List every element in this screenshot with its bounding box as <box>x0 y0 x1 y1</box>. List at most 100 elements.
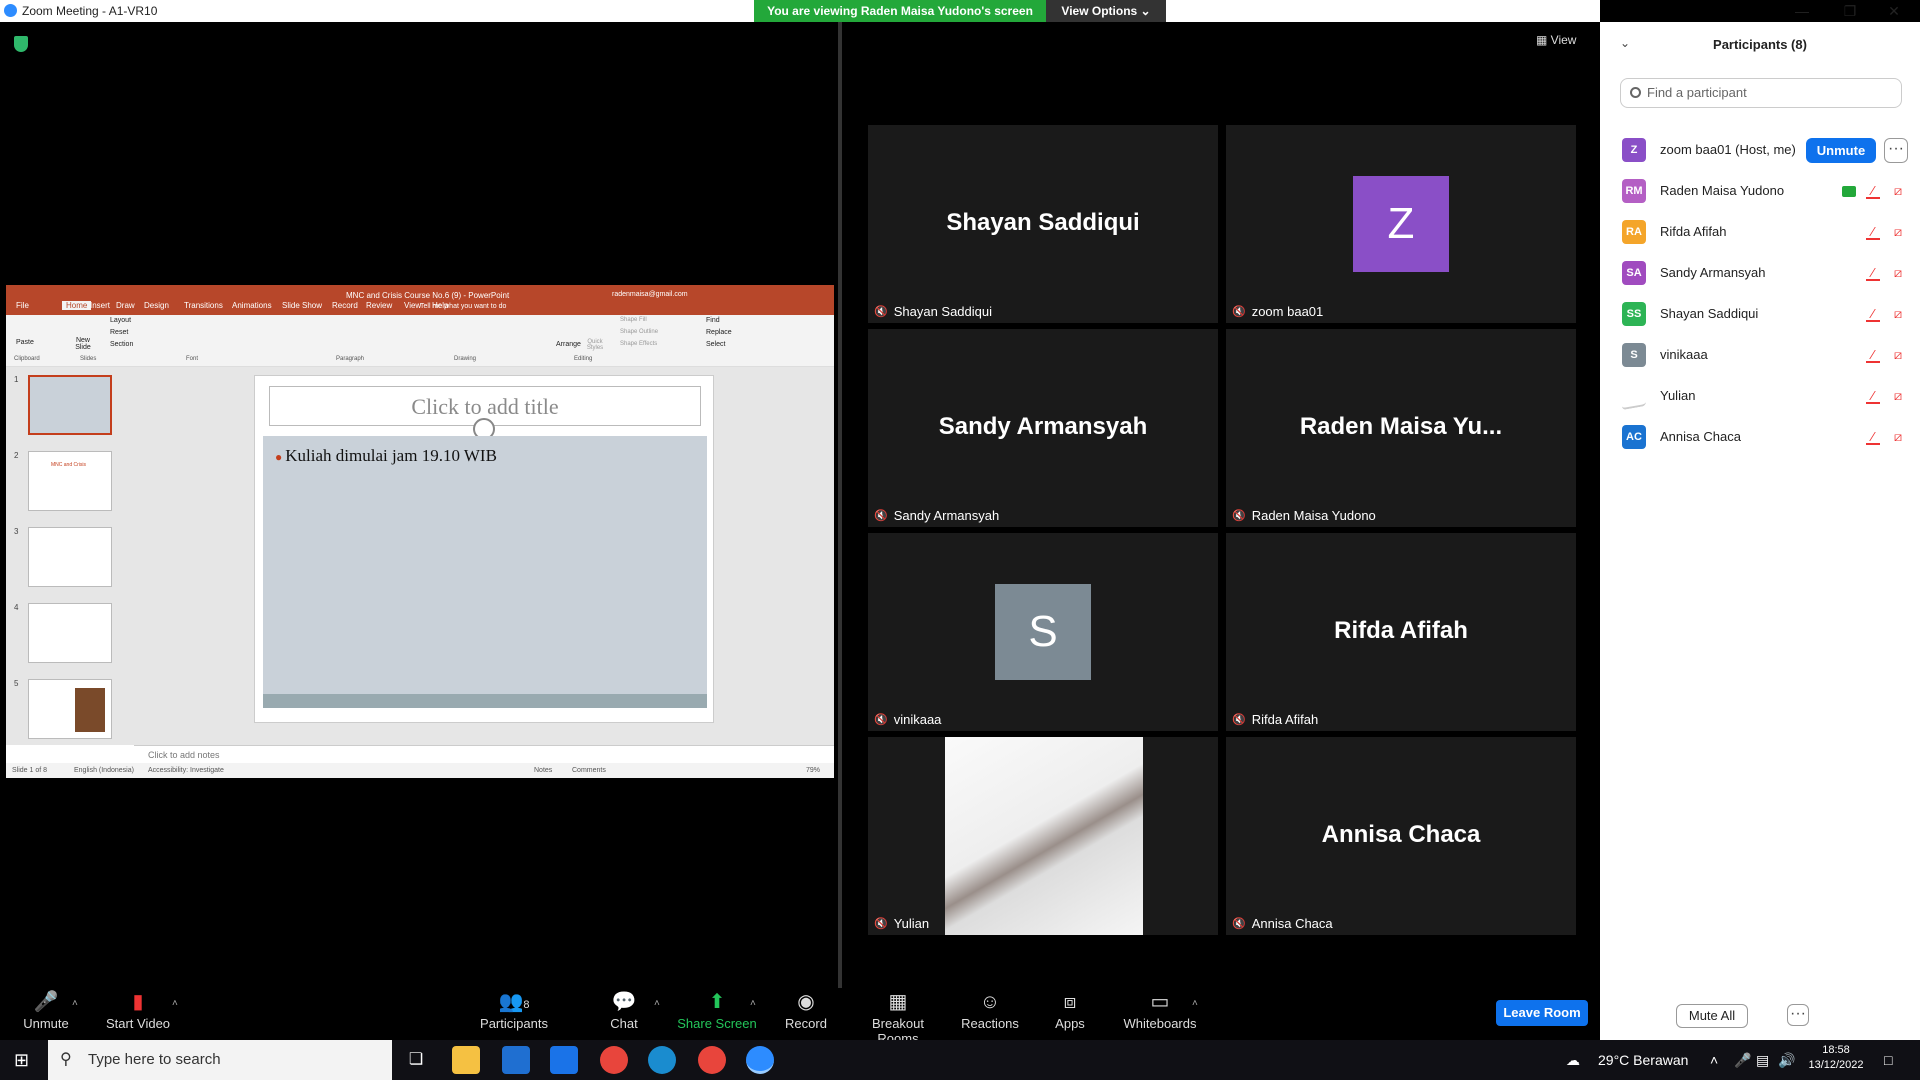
breakout-rooms-button[interactable]: ▦ Breakout Rooms <box>850 988 946 1046</box>
chrome-icon[interactable] <box>600 1046 628 1074</box>
video-caret-icon[interactable]: ˄ <box>172 998 178 1009</box>
unmute-button[interactable]: 🎤 Unmute <box>6 988 86 1040</box>
participant-more-button[interactable]: ··· <box>1884 138 1908 163</box>
participant-row[interactable]: SA Sandy Armansyah ∕ ⧄ <box>1600 253 1920 294</box>
ppt-tab[interactable]: Help <box>432 301 448 310</box>
participant-search-input[interactable]: Find a participant <box>1620 78 1902 108</box>
ppt-tab[interactable]: Animations <box>232 301 272 310</box>
ppt-tab[interactable]: Slide Show <box>282 301 322 310</box>
ppt-arrange[interactable]: Arrange <box>556 341 581 348</box>
split-divider[interactable] <box>838 22 842 988</box>
encryption-shield-icon[interactable] <box>14 36 28 52</box>
ppt-paste[interactable]: Paste <box>16 339 34 346</box>
chrome-profile-icon[interactable] <box>698 1046 726 1074</box>
ppt-select[interactable]: Select <box>706 341 725 348</box>
restore-icon[interactable]: ❐ <box>1830 2 1870 20</box>
volume-icon[interactable]: 🔊 <box>1778 1040 1795 1080</box>
status-comments[interactable]: Comments <box>572 763 606 778</box>
chat-caret-icon[interactable]: ˄ <box>654 998 660 1009</box>
status-zoom[interactable]: 79% <box>806 763 820 778</box>
view-options-button[interactable]: View Options ⌄ <box>1046 0 1166 22</box>
chat-button[interactable]: 💬 Chat <box>584 988 664 1040</box>
ppt-shape-effects[interactable]: Shape Effects <box>620 341 657 347</box>
participant-row[interactable]: Yulian ∕ ⧄ <box>1600 376 1920 417</box>
teamviewer-icon[interactable] <box>648 1046 676 1074</box>
leave-room-button[interactable]: Leave Room <box>1496 1000 1588 1026</box>
ppt-replace[interactable]: Replace <box>706 329 732 336</box>
slide-thumbnail[interactable] <box>28 375 112 435</box>
ppt-tab[interactable]: Transitions <box>184 301 223 310</box>
mail-icon[interactable] <box>550 1046 578 1074</box>
weather-icon[interactable]: ☁ <box>1566 1040 1580 1080</box>
status-accessibility[interactable]: Accessibility: Investigate <box>148 763 224 778</box>
tray-chevron-icon[interactable]: ˄ <box>1710 1040 1718 1080</box>
ppt-reset[interactable]: Reset <box>110 329 128 336</box>
notification-icon[interactable]: □ <box>1884 1040 1892 1080</box>
ppt-tab[interactable]: Insert <box>90 301 110 310</box>
audio-caret-icon[interactable]: ˄ <box>72 998 78 1009</box>
whiteboards-button[interactable]: ▭ Whiteboards <box>1118 988 1202 1040</box>
whiteboard-caret-icon[interactable]: ˄ <box>1192 998 1198 1009</box>
video-tile[interactable]: Z 🔇 zoom baa01 <box>1226 125 1576 323</box>
video-tile[interactable]: Shayan Saddiqui 🔇 Shayan Saddiqui <box>868 125 1218 323</box>
ppt-tab[interactable]: Home <box>62 301 92 310</box>
video-tile[interactable]: Rifda Afifah 🔇 Rifda Afifah <box>1226 533 1576 731</box>
network-icon[interactable]: ▤ <box>1756 1040 1769 1080</box>
video-tile[interactable]: Sandy Armansyah 🔇 Sandy Armansyah <box>868 329 1218 527</box>
view-button[interactable]: ▦ View <box>1536 33 1576 47</box>
status-language[interactable]: English (Indonesia) <box>74 763 134 778</box>
ppt-tab[interactable]: File <box>16 301 29 310</box>
windows-start-icon[interactable]: ⊞ <box>14 1050 29 1071</box>
ppt-new-slide[interactable]: New Slide <box>72 337 94 351</box>
ppt-find[interactable]: Find <box>706 317 720 324</box>
minimize-icon[interactable]: — <box>1782 2 1822 20</box>
status-notes[interactable]: Notes <box>534 763 552 778</box>
ppt-tab[interactable]: Record <box>332 301 358 310</box>
microphone-tray-icon[interactable]: 🎤 <box>1734 1040 1751 1080</box>
ppt-shape-fill[interactable]: Shape Fill <box>620 317 647 323</box>
ppt-section[interactable]: Section <box>110 341 133 348</box>
share-screen-button[interactable]: ⬆ Share Screen <box>677 988 757 1040</box>
participant-row[interactable]: Zzoom baa01 (Host, me) Unmute ··· <box>1600 130 1920 171</box>
panel-more-button[interactable]: ··· <box>1787 1004 1809 1026</box>
ppt-notes[interactable]: Click to add notes <box>134 745 834 763</box>
reactions-button[interactable]: ☺ Reactions <box>950 988 1030 1040</box>
video-tile[interactable]: S 🔇 vinikaaa <box>868 533 1218 731</box>
video-tile[interactable]: Annisa Chaca 🔇 Annisa Chaca <box>1226 737 1576 935</box>
participant-row[interactable]: SS Shayan Saddiqui ∕ ⧄ <box>1600 294 1920 335</box>
ppt-tab[interactable]: Design <box>144 301 169 310</box>
mute-all-button[interactable]: Mute All <box>1676 1004 1748 1028</box>
taskbar-search-input[interactable]: ⚲ Type here to search <box>48 1040 392 1080</box>
ppt-tab[interactable]: Draw <box>116 301 135 310</box>
slide-thumbnail[interactable] <box>28 527 112 587</box>
slide-body[interactable]: ● Kuliah dimulai jam 19.10 WIB <box>263 436 707 694</box>
ppt-quick-styles[interactable]: Quick Styles <box>584 339 606 351</box>
ppt-shape-outline[interactable]: Shape Outline <box>620 329 658 335</box>
clock[interactable]: 18:58 13/12/2022 <box>1806 1044 1866 1071</box>
participant-row[interactable]: RA Rifda Afifah ∕ ⧄ <box>1600 212 1920 253</box>
close-icon[interactable]: ✕ <box>1874 2 1914 20</box>
participant-row[interactable]: AC Annisa Chaca ∕ ⧄ <box>1600 417 1920 458</box>
slide-thumbnail[interactable] <box>28 603 112 663</box>
participant-unmute-button[interactable]: Unmute <box>1806 138 1876 163</box>
record-button[interactable]: ◉ Record <box>766 988 846 1040</box>
zoom-taskbar-icon[interactable] <box>746 1046 774 1074</box>
participant-row[interactable]: RM Raden Maisa Yudono ∕ ⧄ <box>1600 171 1920 212</box>
share-screen-icon: ⬆ <box>708 991 726 1013</box>
participant-row[interactable]: Svinikaaa ∕ ⧄ <box>1600 335 1920 376</box>
ppt-tab[interactable]: View <box>404 301 421 310</box>
ppt-layout[interactable]: Layout <box>110 317 131 324</box>
participants-button[interactable]: 👥8 Participants <box>474 988 554 1040</box>
slide-thumbnail[interactable]: MNC and Crisis <box>28 451 112 511</box>
file-explorer-icon[interactable] <box>452 1046 480 1074</box>
share-caret-icon[interactable]: ˄ <box>750 998 756 1009</box>
video-tile[interactable]: 🔇 Yulian <box>868 737 1218 935</box>
microsoft-store-icon[interactable] <box>502 1046 530 1074</box>
weather-text[interactable]: 29°C Berawan <box>1598 1040 1688 1080</box>
ppt-tab[interactable]: Review <box>366 301 392 310</box>
start-video-button[interactable]: ▮ Start Video <box>98 988 178 1040</box>
slide-thumbnail[interactable] <box>28 679 112 739</box>
task-view-icon[interactable]: ❏ <box>402 1046 430 1074</box>
video-tile[interactable]: Raden Maisa Yu... 🔇 Raden Maisa Yudono <box>1226 329 1576 527</box>
apps-button[interactable]: ⧈ Apps <box>1030 988 1110 1040</box>
